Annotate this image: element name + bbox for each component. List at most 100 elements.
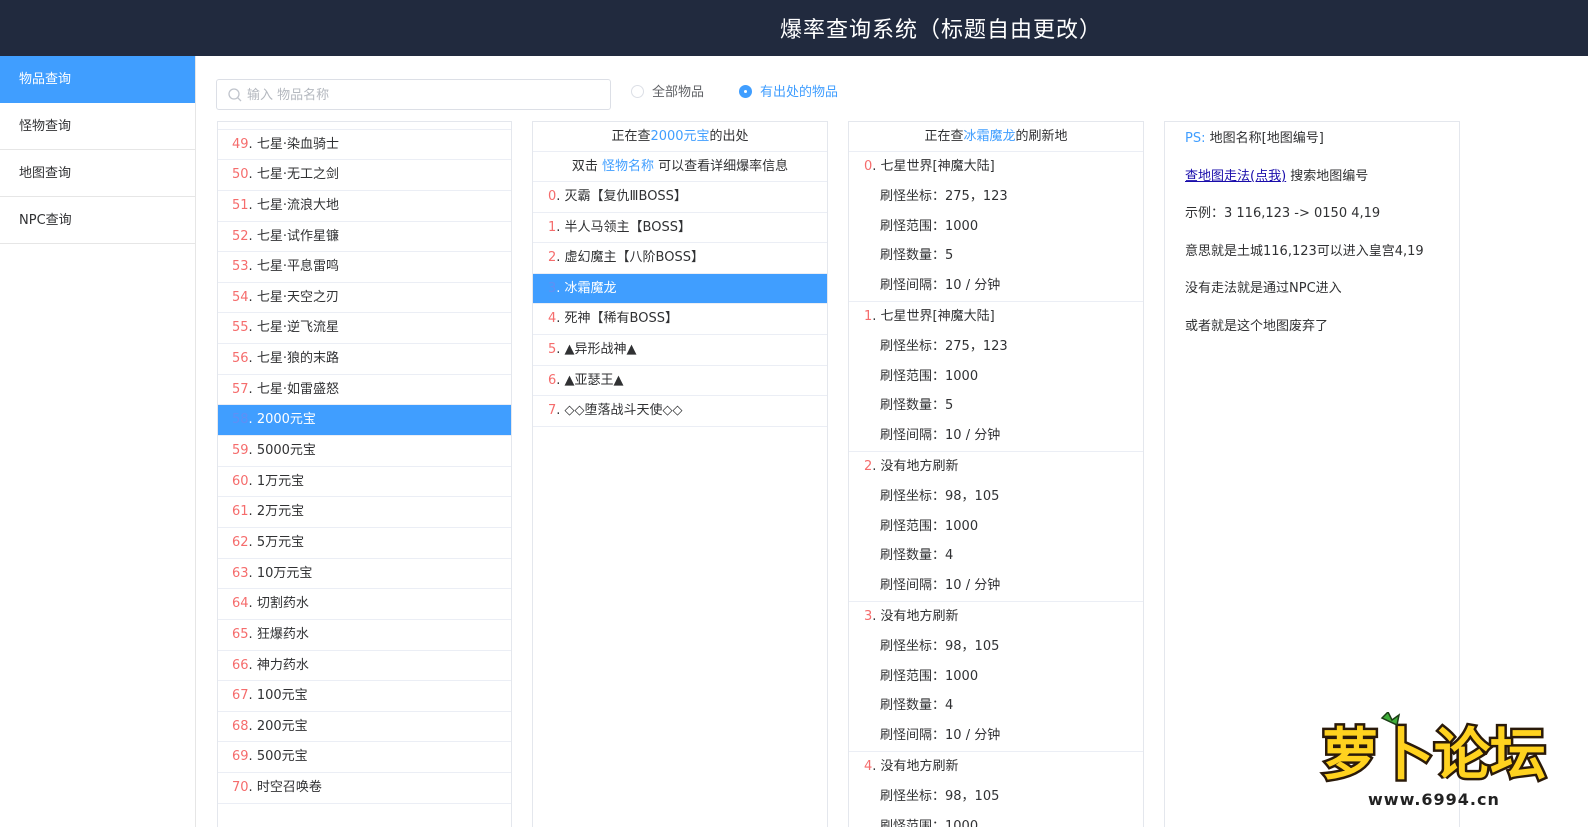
radio-checked-icon: [739, 85, 752, 98]
row-dot: .: [556, 341, 565, 357]
spawn-coord-line: 刷怪坐标：98，105: [849, 782, 1143, 812]
row-index: 53: [232, 259, 249, 275]
item-row[interactable]: 64. 切割药水: [218, 589, 511, 620]
row-index: 55: [232, 320, 249, 336]
row-name: 冰霜魔龙: [564, 280, 617, 296]
spawn-interval-line: 刷怪间隔：10 / 分钟: [849, 271, 1143, 301]
item-row[interactable]: 54. 七星·天空之刃: [218, 283, 511, 314]
spawn-entry: 4. 没有地方刷新 刷怪坐标：98，105 刷怪范围：1000: [849, 752, 1143, 827]
item-row[interactable]: 56. 七星·狼的末路: [218, 344, 511, 375]
row-dot: .: [556, 311, 565, 327]
row-dot: .: [556, 219, 565, 235]
spawn-interval-label: 刷怪间隔：: [880, 578, 946, 594]
item-row[interactable]: 48. 七星·黎明神剑: [218, 122, 511, 130]
spawn-range-value: 1000: [945, 518, 979, 534]
spawn-range-value: 1000: [945, 368, 979, 384]
item-row[interactable]: 65. 狂爆药水: [218, 620, 511, 651]
ps-line-1: PS: 地图名称[地图编号]: [1185, 127, 1324, 146]
item-row[interactable]: 55. 七星·逆飞流星: [218, 313, 511, 345]
spawn-map-line: 1. 七星世界[神魔大陆]: [849, 302, 1143, 332]
row-name: 2000元宝: [256, 412, 316, 428]
monster-row[interactable]: 0. 灭霸【复仇ⅢBOSS】: [533, 182, 827, 213]
item-row[interactable]: 51. 七星·流浪大地: [218, 191, 511, 222]
monster-list[interactable]: 0. 灭霸【复仇ⅢBOSS】 1. 半人马领主【BOSS】 2. 虚幻魔主【八阶BO…: [533, 182, 827, 427]
spawn-map-line: 0. 七星世界[神魔大陆]: [849, 152, 1143, 182]
item-row[interactable]: 69. 500元宝: [218, 742, 511, 774]
radio-items-with-source[interactable]: 有出处的物品: [739, 84, 838, 102]
item-row[interactable]: 50. 七星·无工之剑: [218, 160, 511, 191]
row-dot: .: [248, 351, 257, 367]
spawn-coord-label: 刷怪坐标：: [880, 788, 946, 804]
item-row[interactable]: 58. 2000元宝: [218, 405, 511, 437]
item-row[interactable]: 61. 2万元宝: [218, 497, 511, 528]
row-name: 七星·流浪大地: [256, 197, 339, 213]
row-index: 69: [232, 749, 249, 765]
queried-item-name: 2000元宝: [650, 129, 710, 144]
row-name: 七星·无工之剑: [256, 167, 339, 183]
spawn-coord-label: 刷怪坐标：: [880, 338, 946, 354]
ps-line1-text: 地图名称[地图编号]: [1205, 131, 1324, 146]
item-row[interactable]: 57. 七星·如雷盛怒: [218, 375, 511, 406]
map-route-link[interactable]: 查地图走法(点我): [1185, 169, 1286, 184]
top-header-bar: 爆率查询系统（标题自由更改）: [0, 0, 1588, 56]
spawn-range-line: 刷怪范围：1000: [849, 362, 1143, 392]
row-index: 59: [232, 443, 249, 459]
monster-row[interactable]: 6. ▲亚瑟王▲: [533, 366, 827, 397]
row-name: 200元宝: [256, 718, 308, 734]
monster-row[interactable]: 3. 冰霜魔龙: [533, 273, 827, 305]
queried-monster-name: 冰霜魔龙: [963, 129, 1016, 144]
spawn-map-line: 2. 没有地方刷新: [849, 452, 1143, 482]
row-name: 七星·如雷盛怒: [256, 381, 339, 397]
spawn-range-label: 刷怪范围：: [880, 818, 946, 827]
item-row[interactable]: 62. 5万元宝: [218, 528, 511, 559]
radio-items-with-source-label: 有出处的物品: [760, 85, 839, 100]
monster-row[interactable]: 5. ▲异形战神▲: [533, 335, 827, 366]
radio-all-items[interactable]: 全部物品: [631, 84, 704, 102]
spawn-interval-value: 10 / 分钟: [945, 428, 1001, 444]
item-row[interactable]: 63. 10万元宝: [218, 559, 511, 590]
row-index: 68: [232, 718, 249, 734]
monster-row[interactable]: 1. 半人马领主【BOSS】: [533, 213, 827, 244]
sidebar-item-item-query[interactable]: 物品查询: [0, 56, 195, 103]
spawn-range-line: 刷怪范围：1000: [849, 512, 1143, 542]
spawn-range-line: 刷怪范围：1000: [849, 812, 1143, 827]
sidebar-item-npc-query[interactable]: NPC查询: [0, 197, 195, 244]
spawn-count-line: 刷怪数量：4: [849, 541, 1143, 571]
monster-row[interactable]: 2. 虚幻魔主【八阶BOSS】: [533, 243, 827, 274]
spawn-coord-value: 98，105: [945, 488, 1000, 504]
monster-row[interactable]: 7. ◇◇堕落战斗天使◇◇: [533, 396, 827, 427]
row-name: 灭霸【复仇ⅢBOSS】: [564, 189, 687, 204]
row-index: 63: [232, 565, 249, 581]
row-name: 七星·试作星镰: [256, 228, 339, 244]
item-row[interactable]: 68. 200元宝: [218, 712, 511, 743]
row-name: 七星·平息雷鸣: [256, 259, 339, 275]
monster-panel-hint: 双击 怪物名称 可以查看详细爆率信息: [533, 152, 827, 182]
item-row[interactable]: 53. 七星·平息雷鸣: [218, 252, 511, 283]
item-row[interactable]: 52. 七星·试作星镰: [218, 222, 511, 253]
item-row[interactable]: 60. 1万元宝: [218, 467, 511, 498]
spawn-entry: 2. 没有地方刷新 刷怪坐标：98，105 刷怪范围：1000 刷怪数量：4 刷怪间隔：…: [849, 452, 1143, 602]
item-row[interactable]: 59. 5000元宝: [218, 436, 511, 467]
sidebar-item-monster-query[interactable]: 怪物查询: [0, 103, 195, 150]
items-list[interactable]: 48. 七星·黎明神剑49. 七星·染血骑士50. 七星·无工之剑51. 七星·…: [218, 122, 511, 804]
row-dot: .: [872, 458, 881, 474]
item-row[interactable]: 66. 神力药水: [218, 651, 511, 682]
row-dot: .: [248, 688, 257, 704]
monster-row[interactable]: 4. 死神【稀有BOSS】: [533, 304, 827, 335]
ps-line-3: 示例：3 116,123 -> 0150 4,19: [1185, 206, 1381, 221]
spawn-interval-label: 刷怪间隔：: [880, 278, 946, 294]
spawn-map-name: 没有地方刷新: [880, 458, 959, 474]
row-name: 10万元宝: [256, 565, 313, 581]
search-input[interactable]: [247, 84, 597, 106]
row-dot: .: [872, 608, 881, 624]
item-row[interactable]: 67. 100元宝: [218, 681, 511, 712]
row-name: 狂爆药水: [256, 626, 309, 642]
ps-line-6: 或者就是这个地图废弃了: [1185, 319, 1329, 334]
spawn-coord-value: 275，123: [945, 338, 1008, 354]
item-row[interactable]: 49. 七星·染血骑士: [218, 130, 511, 161]
sidebar-item-map-query[interactable]: 地图查询: [0, 150, 195, 197]
row-dot: .: [248, 596, 257, 612]
spawn-range-value: 1000: [945, 218, 979, 234]
item-row[interactable]: 70. 时空召唤卷: [218, 773, 511, 804]
search-icon: [228, 88, 242, 102]
